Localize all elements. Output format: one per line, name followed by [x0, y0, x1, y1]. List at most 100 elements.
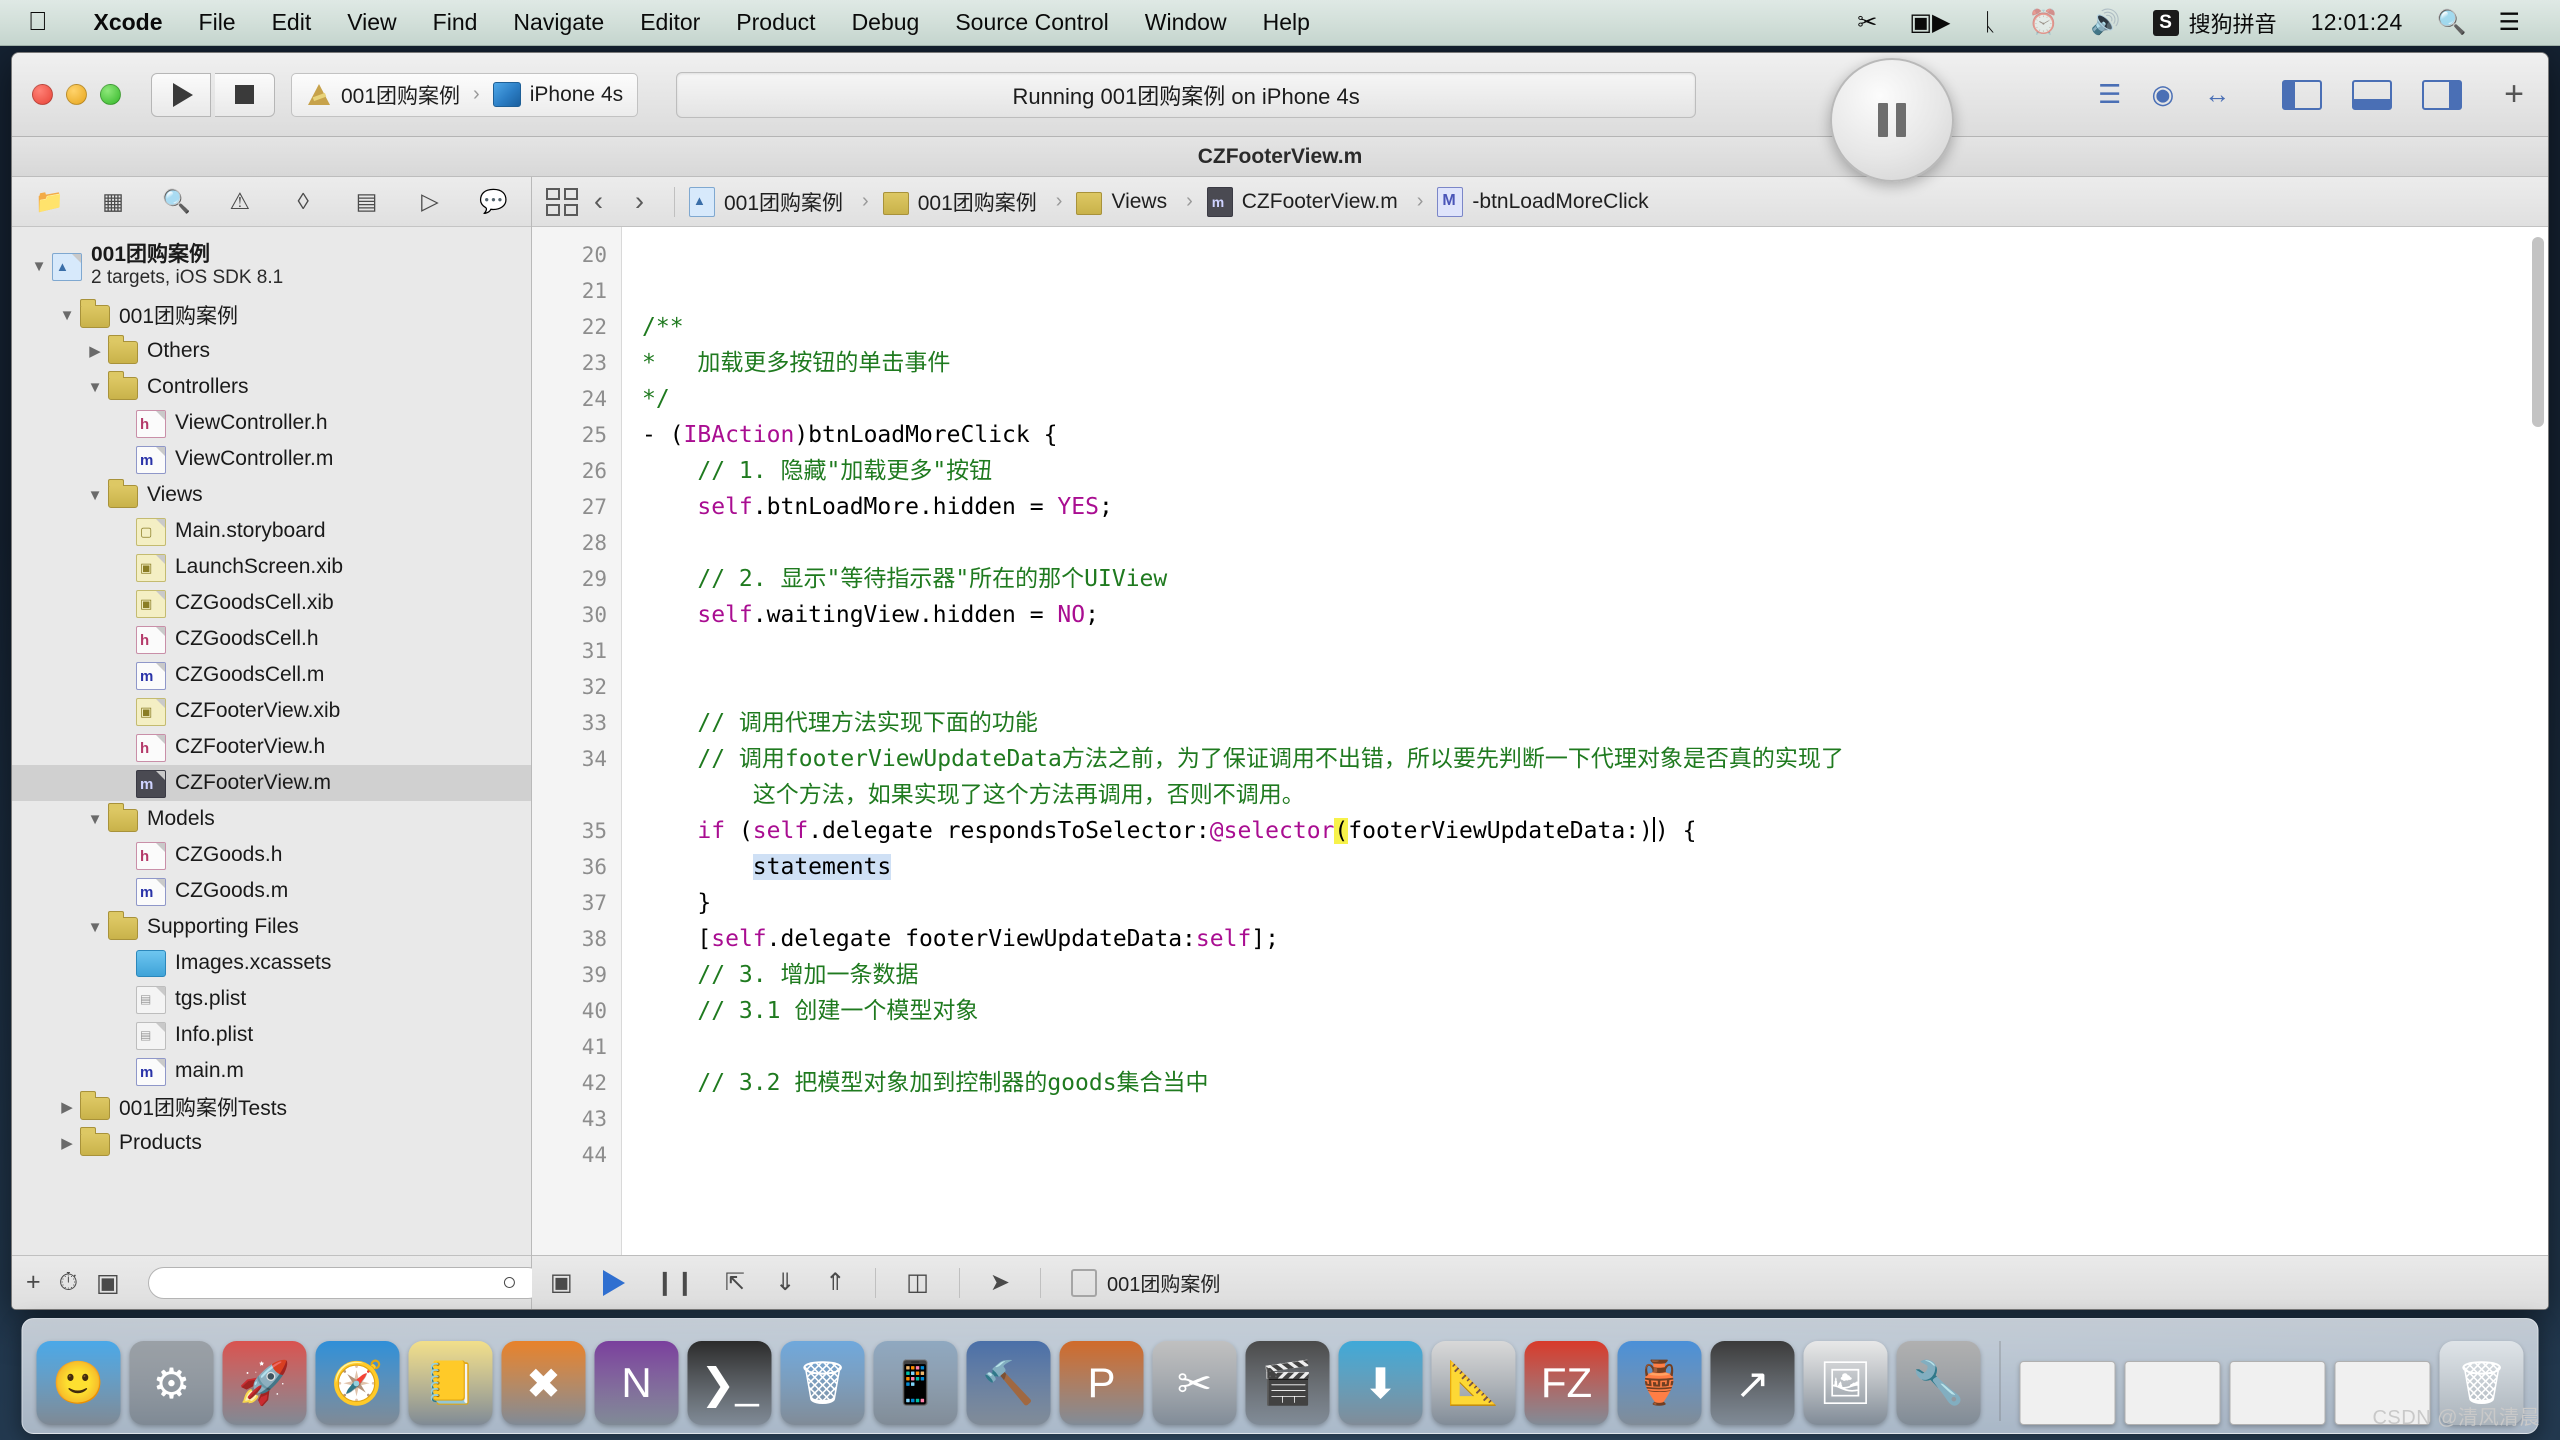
disclosure-triangle-open-icon[interactable]: ▼ — [82, 811, 108, 828]
scheme-selector[interactable]: 001团购案例 › iPhone 4s — [291, 72, 639, 117]
charles-icon[interactable]: 🏺 — [1617, 1341, 1702, 1425]
simulate-location-icon[interactable]: ➤ — [990, 1268, 1010, 1297]
line-number[interactable]: 41 — [532, 1029, 607, 1065]
standard-editor-icon[interactable]: ☰ — [2098, 79, 2121, 110]
navigator-row-4[interactable]: h ViewController.h — [12, 405, 531, 441]
breadcrumb-item-group[interactable]: 001团购案例 › — [882, 187, 1077, 217]
project-navigator-tree[interactable]: ▼ ▲ 001团购案例 2 targets, iOS SDK 8.1 ▼ 001团购案例 ▶… — [12, 227, 531, 1255]
navigator-row-13[interactable]: h CZFooterView.h — [12, 729, 531, 765]
add-file-icon[interactable]: + — [26, 1268, 41, 1297]
line-number[interactable]: 36 — [532, 849, 607, 885]
navigator-row-14[interactable]: m CZFooterView.m — [12, 765, 531, 801]
navigator-row-17[interactable]: m CZGoods.m — [12, 873, 531, 909]
line-number[interactable]: 22 — [532, 309, 607, 345]
launchpad-icon[interactable]: 🚀 — [222, 1341, 307, 1425]
preview-icon[interactable]: 🖼 — [1803, 1341, 1888, 1425]
navigator-row-19[interactable]: Images.xcassets — [12, 945, 531, 981]
zoom-window-button[interactable] — [100, 84, 121, 105]
disclosure-triangle-open-icon[interactable]: ▼ — [82, 919, 108, 936]
source-code-area[interactable]: 20 21 22 23 24 25 26 27 28 29 30 31 32 33 34 35 36 37 38 3… — [532, 227, 2548, 1255]
notification-center-icon[interactable]: ☰ — [2482, 8, 2536, 37]
toggle-navigator-icon[interactable] — [2282, 79, 2323, 110]
debug-navigator-icon[interactable]: ▤ — [335, 177, 398, 226]
notes-icon[interactable]: 📒 — [408, 1341, 493, 1425]
navigator-row-3[interactable]: ▼ Controllers — [12, 369, 531, 405]
navigator-row-12[interactable]: ▣ CZFooterView.xib — [12, 693, 531, 729]
line-number[interactable]: 21 — [532, 273, 607, 309]
issue-navigator-icon[interactable]: ⚠ — [208, 177, 271, 226]
disclosure-triangle-closed-icon[interactable]: ▶ — [82, 342, 108, 360]
navigator-row-23[interactable]: ▶ 001团购案例Tests — [12, 1089, 531, 1125]
editor-scrollbar[interactable] — [2532, 237, 2544, 427]
menu-item-view[interactable]: View — [329, 9, 414, 36]
menu-item-xcode[interactable]: Xcode — [76, 9, 181, 36]
dock-window-preview[interactable] — [2229, 1361, 2326, 1425]
test-navigator-icon[interactable]: ◊ — [272, 177, 335, 226]
navigator-row-1[interactable]: ▼ 001团购案例 — [12, 297, 531, 333]
source-code-text[interactable]: /** * 加载更多按钮的单击事件 */ - (IBAction)btnLoadMor… — [622, 227, 2548, 1255]
related-items-icon[interactable] — [546, 187, 578, 216]
toggle-debug-area-icon[interactable] — [2352, 79, 2393, 110]
plus-icon[interactable]: + — [2488, 75, 2524, 114]
line-number[interactable]: 30 — [532, 597, 607, 633]
network-icon[interactable]: ↗ — [1710, 1341, 1795, 1425]
line-number[interactable]: 32 — [532, 669, 607, 705]
menu-item-edit[interactable]: Edit — [254, 9, 330, 36]
forward-chevron-icon[interactable]: › — [619, 186, 660, 217]
navigator-row-22[interactable]: m main.m — [12, 1053, 531, 1089]
pause-button[interactable] — [1830, 58, 1954, 182]
navigator-row-0[interactable]: ▼ ▲ 001团购案例 2 targets, iOS SDK 8.1 — [12, 235, 531, 297]
input-method-indicator[interactable]: S 搜狗拼音 — [2137, 7, 2293, 39]
line-number[interactable]: 37 — [532, 885, 607, 921]
line-number[interactable]: 29 — [532, 561, 607, 597]
line-number[interactable]: 27 — [532, 489, 607, 525]
line-number[interactable]: 35 — [532, 813, 607, 849]
disclosure-triangle-open-icon[interactable]: ▼ — [82, 379, 108, 396]
navigator-row-10[interactable]: h CZGoodsCell.h — [12, 621, 531, 657]
breadcrumb-item-project[interactable]: ▲ 001团购案例 › — [689, 186, 883, 217]
navigator-row-7[interactable]: ▢ Main.storyboard — [12, 513, 531, 549]
symbol-navigator-icon[interactable]: ▦ — [81, 177, 144, 226]
navigator-row-18[interactable]: ▼ Supporting Files — [12, 909, 531, 945]
navigator-row-21[interactable]: ▤ Info.plist — [12, 1017, 531, 1053]
line-number[interactable]: 23 — [532, 345, 607, 381]
finder-icon[interactable]: 🙂 — [36, 1341, 121, 1425]
pause-execution-icon[interactable]: ❙❙ — [655, 1268, 695, 1297]
version-editor-icon[interactable]: ↔ — [2204, 79, 2230, 110]
filter-clear-icon[interactable]: ○ — [502, 1268, 517, 1297]
app-store-icon[interactable]: ⬇ — [1338, 1341, 1423, 1425]
line-number[interactable]: 43 — [532, 1101, 607, 1137]
disclosure-triangle-open-icon[interactable]: ▼ — [82, 487, 108, 504]
menu-item-navigate[interactable]: Navigate — [495, 9, 622, 36]
back-chevron-icon[interactable]: ‹ — [578, 186, 619, 217]
line-number[interactable]: 40 — [532, 993, 607, 1029]
disclosure-triangle-closed-icon[interactable]: ▶ — [54, 1134, 80, 1152]
navigator-row-24[interactable]: ▶ Products — [12, 1125, 531, 1161]
navigator-row-20[interactable]: ▤ tgs.plist — [12, 981, 531, 1017]
menu-item-debug[interactable]: Debug — [834, 9, 938, 36]
step-out-icon[interactable]: ⇑ — [825, 1268, 845, 1297]
line-number[interactable]: 31 — [532, 633, 607, 669]
navigator-row-8[interactable]: ▣ LaunchScreen.xib — [12, 549, 531, 585]
xcode-alt-icon[interactable]: 🔧 — [1896, 1341, 1981, 1425]
line-number[interactable] — [532, 777, 607, 813]
view-debugging-icon[interactable]: ◫ — [906, 1268, 929, 1297]
menu-bar-clock[interactable]: 12:01:24 — [2293, 9, 2421, 36]
menu-item-window[interactable]: Window — [1127, 9, 1245, 36]
photobooth-icon[interactable]: 🎬 — [1245, 1341, 1330, 1425]
apple-logo-icon[interactable]:  — [28, 8, 48, 34]
step-into-icon[interactable]: ⇓ — [775, 1268, 795, 1297]
minimize-window-button[interactable] — [66, 84, 87, 105]
close-window-button[interactable] — [32, 84, 53, 105]
onenote-icon[interactable]: N — [594, 1341, 679, 1425]
navigator-row-11[interactable]: m CZGoodsCell.m — [12, 657, 531, 693]
breakpoint-navigator-icon[interactable]: ▷ — [398, 177, 461, 226]
screen-record-icon[interactable]: ▣▶ — [1893, 8, 1966, 37]
instruments-icon[interactable]: P — [1059, 1341, 1144, 1425]
breadcrumb-item-file[interactable]: m CZFooterView.m › — [1206, 186, 1438, 217]
breadcrumb-item-method[interactable]: M -btnLoadMoreClick — [1437, 186, 1652, 217]
menu-item-editor[interactable]: Editor — [622, 9, 718, 36]
disclosure-triangle-open-icon[interactable]: ▼ — [26, 258, 52, 275]
continue-execution-icon[interactable] — [602, 1269, 625, 1296]
line-number[interactable]: 38 — [532, 921, 607, 957]
